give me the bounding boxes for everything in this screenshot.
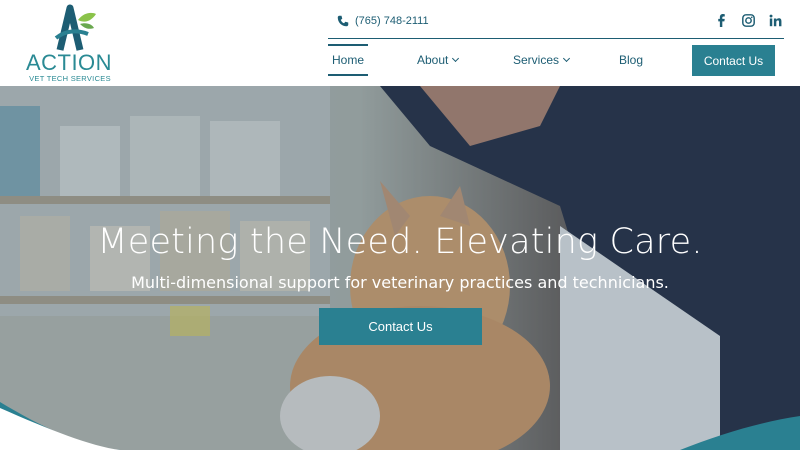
hero-section: Meeting the Need. Elevating Care. Multi-… — [0, 86, 800, 450]
logo-wordmark: ACTION — [25, 50, 113, 75]
nav-services-label: Services — [513, 53, 560, 67]
phone-icon — [337, 15, 349, 27]
nav-about-label: About — [417, 53, 449, 67]
nav-divider — [328, 38, 784, 39]
logo-mark-icon — [54, 4, 96, 51]
chevron-down-icon — [562, 54, 571, 63]
chevron-down-icon — [452, 54, 460, 63]
social-links — [714, 12, 782, 28]
nav-home[interactable]: Home — [328, 44, 369, 76]
facebook-icon[interactable] — [714, 12, 728, 28]
nav-blog[interactable]: Blog — [619, 44, 643, 76]
nav-home-label: Home — [332, 53, 365, 67]
hero-contact-button[interactable]: Contact Us — [319, 308, 482, 345]
phone-number: (765) 748-2111 — [355, 15, 429, 27]
phone-link[interactable]: (765) 748-2111 — [337, 12, 429, 30]
hero-subtitle: Multi-dimensional support for veterinary… — [131, 273, 669, 292]
site-logo[interactable]: ACTION VET TECH SERVICES — [24, 4, 114, 84]
linkedin-icon[interactable] — [768, 12, 782, 28]
nav-blog-label: Blog — [619, 53, 644, 67]
nav-services[interactable]: Services — [513, 44, 571, 76]
contact-us-button[interactable]: Contact Us — [692, 45, 775, 76]
hero-bottom-curve — [0, 402, 800, 450]
hero-title: Meeting the Need. Elevating Care. — [97, 222, 703, 262]
logo-tagline: VET TECH SERVICES — [29, 74, 111, 83]
instagram-icon[interactable] — [741, 12, 755, 28]
site-header: ACTION VET TECH SERVICES (765) 748-2111 … — [0, 0, 800, 86]
nav-about[interactable]: About — [417, 44, 460, 76]
